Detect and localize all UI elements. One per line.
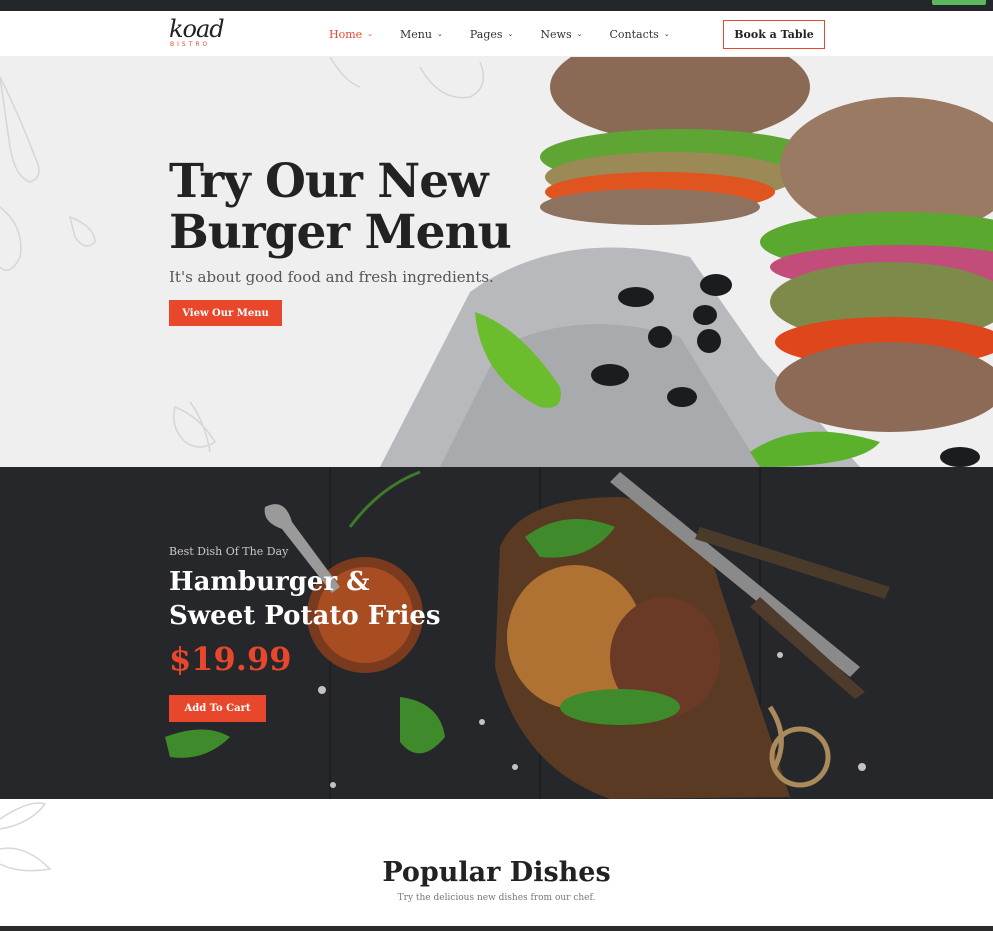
chevron-down-icon: ⌄ (436, 30, 443, 38)
dish-of-the-day-section: Best Dish Of The Day Hamburger & Sweet P… (0, 467, 993, 799)
logo-script: koad (169, 15, 225, 43)
dish-title: Hamburger & Sweet Potato Fries (169, 567, 441, 631)
nav-label: Home (329, 28, 363, 41)
add-to-cart-button[interactable]: Add To Cart (169, 695, 266, 722)
logo-subtitle: BISTRO (170, 41, 211, 48)
nav-item-contacts[interactable]: Contacts ⌄ (609, 28, 669, 41)
admin-bar (0, 0, 993, 11)
hero-section: Try Our New Burger Menu It's about good … (0, 57, 993, 467)
book-table-button[interactable]: Book a Table (723, 20, 825, 49)
chevron-down-icon: ⌄ (663, 30, 670, 38)
popular-dishes-section: Popular Dishes Try the delicious new dis… (0, 799, 993, 931)
popular-title: Popular Dishes (382, 857, 611, 888)
dish-gallery-edge (0, 926, 993, 931)
popular-subtitle: Try the delicious new dishes from our ch… (397, 893, 596, 903)
site-header: koad BISTRO Home ⌄ Menu ⌄ Pages ⌄ News ⌄… (0, 11, 993, 57)
main-nav: Home ⌄ Menu ⌄ Pages ⌄ News ⌄ Contacts ⌄ (329, 28, 697, 41)
chevron-down-icon: ⌄ (576, 30, 583, 38)
nav-label: Contacts (609, 28, 659, 41)
nav-item-news[interactable]: News ⌄ (540, 28, 582, 41)
hero-burger-image (0, 57, 993, 467)
nav-label: Pages (469, 28, 503, 41)
logo[interactable]: koad BISTRO (169, 17, 229, 53)
nav-item-pages[interactable]: Pages ⌄ (470, 28, 514, 41)
view-menu-button[interactable]: View Our Menu (169, 300, 282, 326)
chevron-down-icon: ⌄ (507, 30, 514, 38)
dish-price: $19.99 (169, 640, 292, 678)
hero-title: Try Our New Burger Menu (169, 154, 512, 260)
dish-kicker: Best Dish Of The Day (169, 545, 289, 558)
hero-subtitle: It's about good food and fresh ingredien… (169, 268, 494, 286)
nav-label: News (540, 28, 572, 41)
dish-of-the-day-image (165, 467, 890, 799)
nav-item-home[interactable]: Home ⌄ (329, 28, 373, 41)
nav-item-menu[interactable]: Menu ⌄ (400, 28, 443, 41)
admin-bar-button[interactable] (932, 0, 986, 5)
chevron-down-icon: ⌄ (367, 30, 374, 38)
nav-label: Menu (400, 28, 432, 41)
